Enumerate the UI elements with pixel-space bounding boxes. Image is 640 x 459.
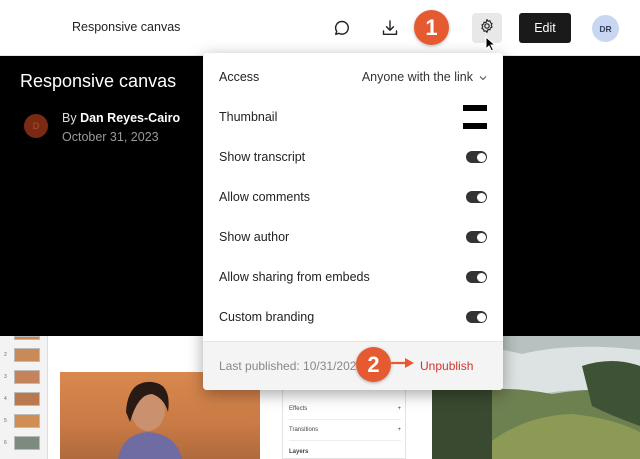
panel-item-transitions[interactable]: Transitions + bbox=[289, 420, 401, 441]
slide-thumbnail[interactable]: 3 bbox=[4, 370, 40, 384]
show-transcript-toggle[interactable] bbox=[466, 151, 487, 163]
chevron-down-icon bbox=[479, 70, 487, 84]
access-row: Access Anyone with the link bbox=[219, 67, 487, 87]
toggle-label: Allow sharing from embeds bbox=[219, 270, 370, 284]
slide-thumbnail[interactable]: 4 bbox=[4, 392, 40, 406]
custom-branding-toggle[interactable] bbox=[466, 311, 487, 323]
comment-icon[interactable] bbox=[331, 17, 353, 39]
settings-dropdown: Access Anyone with the link Thumbnail Sh… bbox=[203, 53, 503, 390]
toggle-label: Show author bbox=[219, 230, 290, 244]
setting-toggle-row: Show author bbox=[219, 227, 487, 247]
edit-button[interactable]: Edit bbox=[519, 13, 571, 43]
step-callout: 2 bbox=[356, 347, 391, 382]
access-label: Access bbox=[219, 70, 260, 84]
allow-comments-toggle[interactable] bbox=[466, 191, 487, 203]
toggle-label: Custom branding bbox=[219, 310, 315, 324]
thumbnail-row: Thumbnail bbox=[219, 105, 487, 129]
slide-thumbnail[interactable]: 6 bbox=[4, 436, 40, 450]
panel-item-effects[interactable]: Effects + bbox=[289, 399, 401, 420]
show-author-toggle[interactable] bbox=[466, 231, 487, 243]
byline: By Dan Reyes-Cairo bbox=[62, 111, 180, 125]
setting-toggle-row: Allow comments bbox=[219, 187, 487, 207]
unpublish-button[interactable]: Unpublish bbox=[420, 359, 473, 373]
thumbnail-preview[interactable] bbox=[463, 105, 487, 129]
slide-thumbnail[interactable]: 2 bbox=[4, 348, 40, 362]
arrow-icon bbox=[390, 358, 414, 368]
toggle-label: Show transcript bbox=[219, 150, 306, 164]
top-bar: Responsive canvas Edit DR bbox=[0, 0, 640, 56]
author-avatar: D bbox=[24, 114, 48, 138]
setting-toggle-row: Show transcript bbox=[219, 147, 487, 167]
slide-thumbnail-strip: 2 3 4 5 6 bbox=[0, 336, 48, 459]
dropdown-footer: Last published: 10/31/2023 Unpublish bbox=[203, 342, 503, 390]
step-callout: 1 bbox=[414, 10, 449, 45]
publish-date: October 31, 2023 bbox=[62, 130, 159, 144]
access-select[interactable]: Anyone with the link bbox=[362, 70, 487, 84]
properties-panel: Effects + Transitions + Layers bbox=[282, 384, 406, 459]
app-title: Responsive canvas bbox=[72, 20, 181, 34]
toggle-label: Allow comments bbox=[219, 190, 310, 204]
byline-prefix: By bbox=[62, 111, 77, 125]
slide-thumbnail[interactable]: 5 bbox=[4, 414, 40, 428]
thumbnail-label: Thumbnail bbox=[219, 110, 278, 124]
page-title: Responsive canvas bbox=[20, 71, 177, 91]
panel-item-layers[interactable]: Layers bbox=[289, 441, 401, 459]
cursor-icon bbox=[485, 36, 497, 52]
user-avatar[interactable]: DR bbox=[592, 15, 619, 42]
author-name: Dan Reyes-Cairo bbox=[80, 111, 181, 125]
last-published-text: Last published: 10/31/2023 bbox=[219, 359, 359, 373]
setting-toggle-row: Allow sharing from embeds bbox=[219, 267, 487, 287]
allow-sharing-embeds-toggle[interactable] bbox=[466, 271, 487, 283]
download-icon[interactable] bbox=[379, 17, 401, 39]
setting-toggle-row: Custom branding bbox=[219, 307, 487, 327]
